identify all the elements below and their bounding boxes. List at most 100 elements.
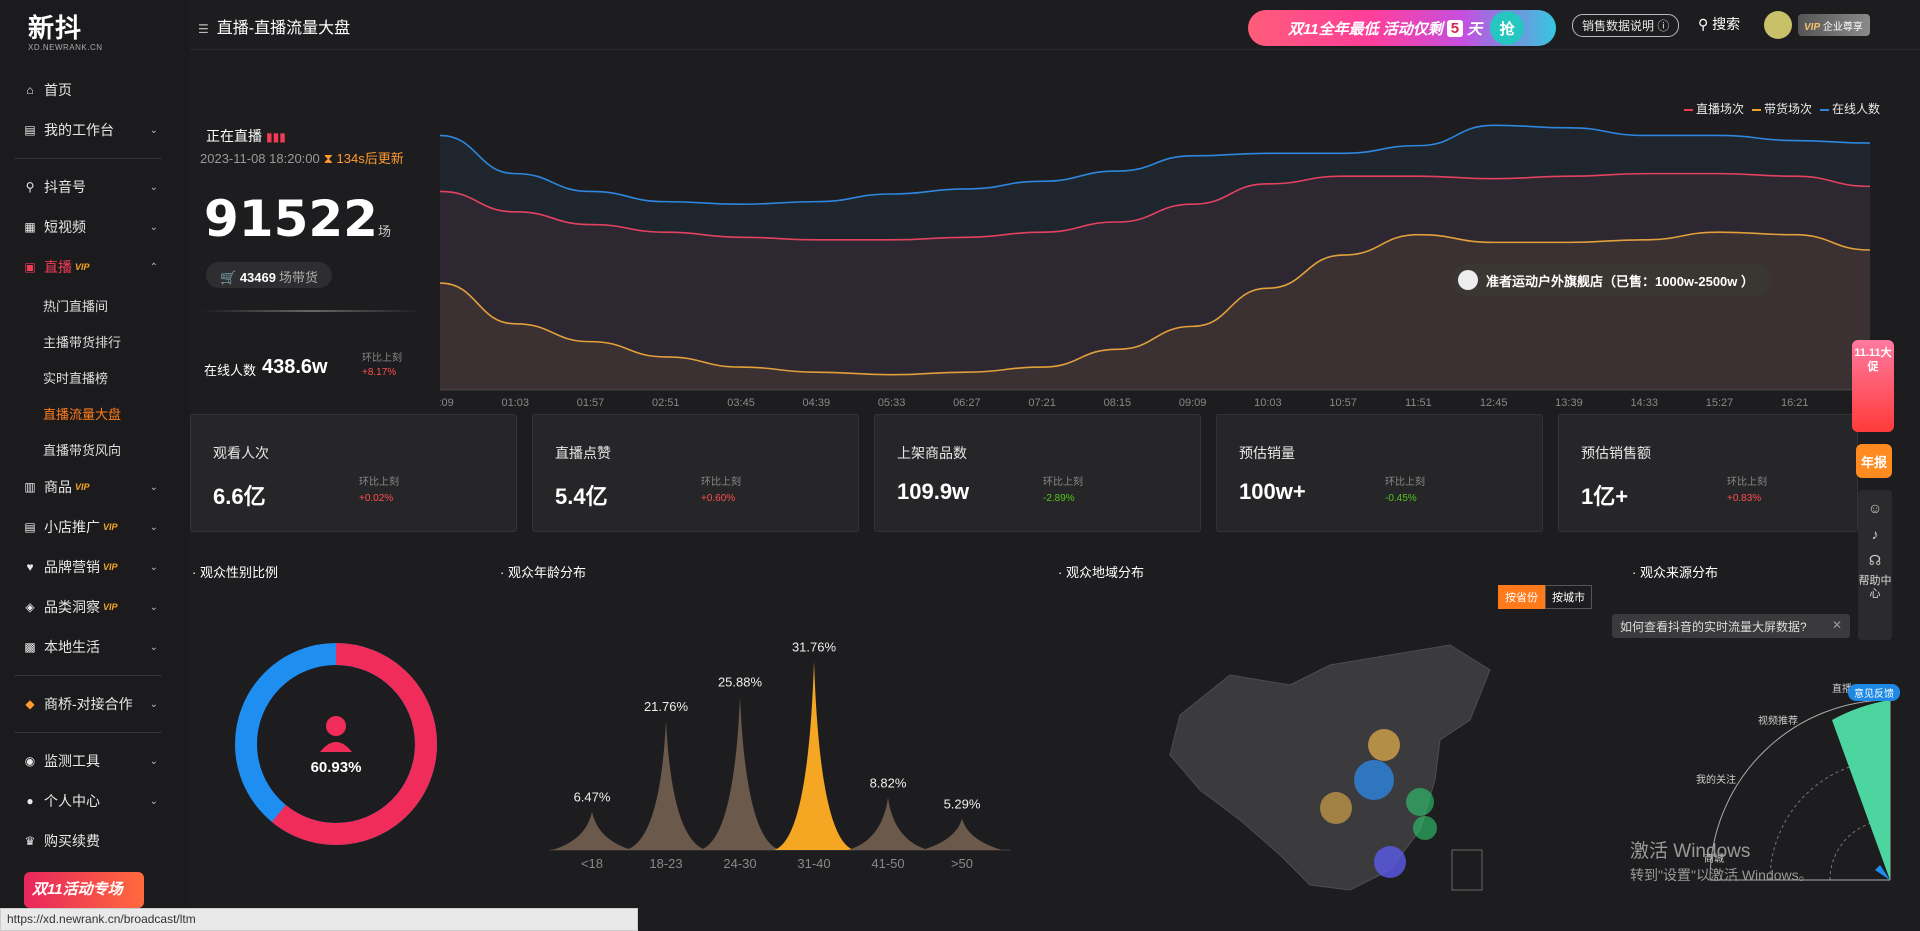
sidebar-item-label: 本地生活	[44, 639, 100, 655]
age-value-label: 25.88%	[718, 674, 763, 689]
sidebar-item-label: 我的工作台	[44, 122, 114, 138]
sidebar-item-brand-marketing[interactable]: ♥ 品牌营销 VIP ⌄	[0, 547, 190, 587]
stat-compare: 环比上刻 +0.60%	[701, 475, 741, 507]
gender-donut-chart: 60.93%	[235, 643, 437, 845]
promo-top-banner[interactable]: 双11全年最低 活动仅剩 5 天 抢	[1248, 10, 1556, 46]
sidebar-nav: ⌂ 首页 ▤ 我的工作台 ⌄ ⚲ 抖音号 ⌄ ▦ 短视频 ⌄ ▣ 直播 VIP ⌃ 热门直播间 主播…	[0, 70, 190, 861]
customer-service-icon[interactable]: ☺	[1858, 500, 1892, 516]
x-tick-label: 06:27	[953, 397, 981, 409]
stat-card-sales-volume: 预估销量 100w+ 环比上刻 -0.45%	[1216, 414, 1543, 532]
x-tick-label: 05:33	[878, 397, 906, 409]
vip-enterprise-badge[interactable]: VIP 企业尊享	[1798, 14, 1870, 36]
stat-title: 观看人次	[213, 445, 269, 461]
logo[interactable]: 新抖 XD.NEWRANK.CN	[28, 8, 103, 52]
stat-value: 109.9w	[897, 479, 970, 504]
stat-value: 5.4亿	[555, 484, 608, 509]
help-center-label[interactable]: 帮助中心	[1858, 575, 1892, 601]
live-count-unit: 场	[377, 225, 391, 240]
toggle-city[interactable]: 按城市	[1545, 585, 1592, 609]
legend-item-goods-sessions[interactable]: 带货场次	[1751, 100, 1812, 117]
chart-legend: 直播场次 带货场次 在线人数	[1683, 100, 1880, 117]
traffic-line-chart: 直播场次 带货场次 在线人数 00:09 01:03 01:57 02:51 03:45…	[426, 90, 1884, 420]
sidebar-item-home[interactable]: ⌂ 首页	[0, 70, 190, 110]
close-icon[interactable]: ✕	[1832, 618, 1842, 632]
compare-value: -2.89%	[1043, 493, 1075, 504]
sidebar-item-local-life[interactable]: ▩ 本地生活 ⌄	[0, 627, 190, 667]
stat-card-sales-amount: 预估销售额 1亿+ 环比上刻 +0.83%	[1558, 414, 1858, 532]
sidebar-item-shop-promo[interactable]: ▤ 小店推广 VIP ⌄	[0, 507, 190, 547]
legend-item-live-sessions[interactable]: 直播场次	[1683, 100, 1744, 117]
sidebar-item-label: 品类洞察	[44, 599, 100, 615]
stat-title: 预估销售额	[1581, 445, 1651, 461]
divider	[14, 158, 162, 159]
age-category-label: 24-30	[723, 856, 756, 870]
chevron-down-icon: ⌄	[149, 181, 158, 193]
live-timestamp: 2023-11-08 18:20:00 ⧗ 134s后更新	[200, 148, 404, 167]
sidebar-item-purchase[interactable]: ♛ 购买续费	[0, 821, 190, 861]
stat-value: 1亿+	[1581, 484, 1629, 509]
age-bar	[626, 720, 706, 850]
compare-value: +0.60%	[701, 493, 736, 504]
live-bars-icon: ▮▮▮	[266, 130, 286, 144]
series-area-2	[440, 125, 1870, 390]
stat-title: 预估销量	[1239, 445, 1295, 461]
compare-value: -0.45%	[1385, 493, 1417, 504]
music-note-icon[interactable]: ♪	[1858, 526, 1892, 542]
legend-item-online-users[interactable]: 在线人数	[1819, 100, 1880, 117]
promo-grab-button[interactable]: 抢	[1490, 11, 1525, 45]
sidebar-item-personal[interactable]: ● 个人中心 ⌄	[0, 781, 190, 821]
sidebar-item-live[interactable]: ▣ 直播 VIP ⌃	[0, 247, 190, 287]
stat-title: 直播点赞	[555, 445, 611, 461]
sidebar-item-category-insight[interactable]: ◈ 品类洞察 VIP ⌄	[0, 587, 190, 627]
search-button[interactable]: ⚲ 搜索	[1698, 14, 1740, 34]
stat-value: 6.6亿	[213, 484, 266, 509]
sidebar-item-short-video[interactable]: ▦ 短视频 ⌄	[0, 207, 190, 247]
chevron-down-icon: ⌄	[149, 561, 158, 573]
promo-banner-double11[interactable]: 双11活动专场	[24, 872, 144, 908]
legend-label: 带货场次	[1763, 102, 1812, 116]
vip-text: 企业尊享	[1822, 22, 1863, 33]
sidebar-sub-realtime-rank[interactable]: 实时直播榜	[0, 359, 190, 395]
divider	[14, 732, 162, 733]
sidebar-sub-anchor-rank[interactable]: 主播带货排行	[0, 323, 190, 359]
sidebar-sub-sales-trend[interactable]: 直播带货风向	[0, 431, 190, 467]
crown-icon: ♛	[24, 834, 36, 848]
sidebar-item-label: 小店推广	[44, 519, 100, 535]
menu-icon[interactable]: ☰	[198, 22, 209, 36]
sidebar-item-douyin-account[interactable]: ⚲ 抖音号 ⌄	[0, 167, 190, 207]
help-tip[interactable]: 如何查看抖音的实时流量大屏数据? ✕	[1612, 614, 1850, 638]
live-label-text: 正在直播	[206, 128, 262, 144]
chevron-down-icon: ⌄	[149, 698, 158, 710]
x-tick-label: 01:03	[501, 397, 529, 409]
legend-label: 直播场次	[1695, 102, 1744, 116]
chevron-down-icon: ⌄	[149, 641, 158, 653]
divider	[200, 310, 422, 312]
age-value-label: 8.82%	[870, 776, 907, 791]
sidebar-item-label: 商桥-对接合作	[44, 696, 133, 712]
sidebar-sub-traffic-dashboard[interactable]: 直播流量大盘	[0, 395, 190, 431]
update-countdown: ⧗ 134s后更新	[323, 151, 404, 166]
headset-icon[interactable]: ☊	[1858, 552, 1892, 569]
age-bar	[700, 696, 780, 850]
top-bar: ☰ 直播-直播流量大盘 双11全年最低 活动仅剩 5 天 抢 销售数据说明 ⓘ ⚲…	[190, 0, 1920, 50]
sales-data-help-button[interactable]: 销售数据说明 ⓘ	[1572, 14, 1680, 37]
sidebar-item-bridge[interactable]: ◆ 商桥-对接合作 ⌄	[0, 684, 190, 724]
feedback-button[interactable]: 意见反馈	[1848, 684, 1900, 701]
promo-1111-float[interactable]: 11.11大促	[1852, 340, 1894, 432]
toggle-province[interactable]: 按省份	[1498, 585, 1545, 609]
annual-report-float[interactable]: 年报	[1856, 444, 1892, 478]
sidebar-sub-hot-live[interactable]: 热门直播间	[0, 287, 190, 323]
compare-label: 环比上刻	[701, 477, 741, 488]
avatar[interactable]	[1764, 11, 1792, 39]
sidebar-item-workbench[interactable]: ▤ 我的工作台 ⌄	[0, 110, 190, 150]
online-label: 在线人数	[204, 363, 257, 378]
sidebar-item-label: 商品	[44, 479, 72, 495]
divider	[14, 675, 162, 676]
stat-compare: 环比上刻 -0.45%	[1385, 475, 1425, 507]
sidebar-item-goods[interactable]: ▥ 商品 VIP ⌄	[0, 467, 190, 507]
sidebar-item-monitor[interactable]: ◉ 监测工具 ⌄	[0, 741, 190, 781]
search-label: 搜索	[1712, 16, 1741, 32]
stat-value: 100w+	[1239, 479, 1306, 504]
browser-status-url: https://xd.newrank.cn/broadcast/ltm	[0, 908, 638, 931]
source-segment-live	[1832, 700, 1890, 880]
